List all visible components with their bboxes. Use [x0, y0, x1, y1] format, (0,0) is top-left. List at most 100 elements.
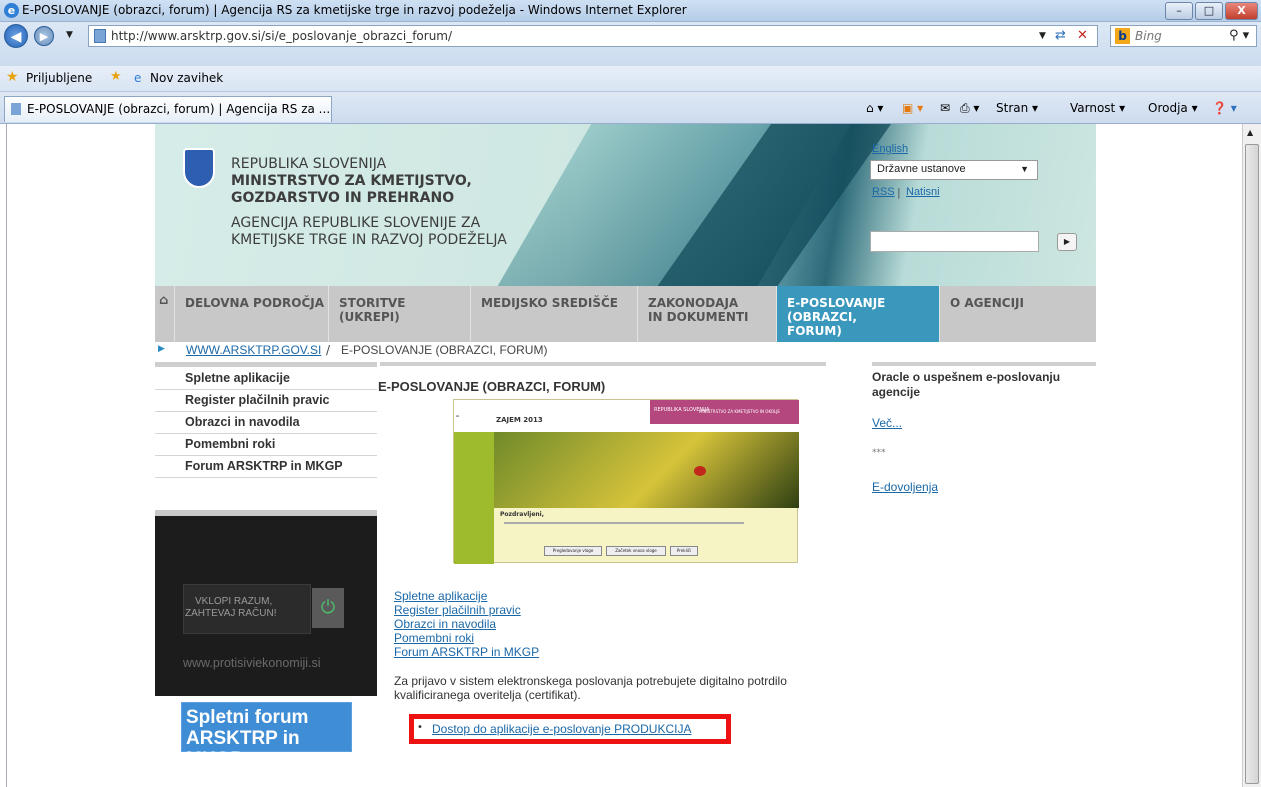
back-icon[interactable]: ◀ [4, 24, 28, 48]
sidebar-item-spletne-aplikacije[interactable]: Spletne aplikacije [155, 368, 377, 390]
nav-medijsko-sredisce[interactable]: MEDIJSKO SREDIŠČE [471, 286, 638, 342]
sidebar-top-rule [155, 362, 377, 367]
promo-line1: VKLOPI RAZUM, [195, 596, 273, 607]
link-obrazci[interactable]: Obrazci in navodila [394, 617, 496, 631]
scroll-up-icon[interactable]: ▲ [1247, 128, 1253, 137]
shot-welcome: Pozdravljeni, [500, 511, 545, 518]
shot-logo: ═ [454, 400, 496, 432]
window-title: E-POSLOVANJE (obrazci, forum) | Agencija… [22, 3, 687, 17]
forum-banner[interactable]: Spletni forum ARSKTRP in MKGP [181, 702, 352, 770]
link-spletne-aplikacije[interactable]: Spletne aplikacije [394, 589, 487, 603]
more-link[interactable]: Več... [872, 416, 902, 430]
institutions-select[interactable]: Državne ustanove ▼ [870, 160, 1038, 180]
forum-banner-line1: Spletni forum [186, 707, 309, 728]
shot-title: ZAJEM 2013 [496, 416, 543, 424]
breadcrumb-current: E-POSLOVANJE (OBRAZCI, FORUM) [341, 343, 548, 357]
search-icon[interactable]: ⚲ ▾ [1229, 28, 1249, 43]
help-icon[interactable]: ❓ ▾ [1212, 101, 1237, 115]
page-icon [94, 29, 106, 43]
address-toolbar: ◀ ▶ ▼ http://www.arsktrp.gov.si/si/e_pos… [0, 22, 1261, 66]
breadcrumb-home[interactable]: WWW.ARSKTRP.GOV.SI [186, 343, 321, 357]
main-nav: ⌂ DELOVNA PODROČJA STORITVE (UKREPI) MED… [155, 286, 1096, 342]
link-forum[interactable]: Forum ARSKTRP in MKGP [394, 645, 539, 659]
maximize-button[interactable]: □ [1195, 2, 1223, 20]
address-field[interactable]: http://www.arsktrp.gov.si/si/e_poslovanj… [88, 25, 1098, 47]
home-icon[interactable]: ⌂ ▾ [866, 101, 883, 115]
ie-page-icon: e [134, 71, 142, 85]
new-tab-link[interactable]: Nov zavihek [150, 71, 223, 85]
close-button[interactable]: X [1225, 2, 1258, 20]
favorites-bar: ★ Priljubljene ★ e Nov zavihek [0, 66, 1261, 92]
address-dropdown-icon[interactable]: ▼ [1039, 31, 1046, 41]
institutions-select-value: Državne ustanove [877, 163, 966, 175]
nav-delovna-podrocja[interactable]: DELOVNA PODROČJA [175, 286, 329, 342]
window-titlebar: e E-POSLOVANJE (obrazci, forum) | Agenci… [0, 0, 1261, 22]
rss-link[interactable]: RSS [872, 186, 895, 198]
history-dropdown-icon[interactable]: ▼ [66, 30, 73, 40]
right-top-rule [872, 362, 1096, 366]
nav-o-agenciji[interactable]: O AGENCIJI [940, 286, 1096, 342]
page-menu[interactable]: Stran ▾ [996, 101, 1038, 115]
e-dovoljenja-link[interactable]: E-dovoljenja [872, 480, 938, 494]
shot-sunflower-image [494, 432, 799, 508]
nav-zakonodaja[interactable]: ZAKONODAJA IN DOKUMENTI [638, 286, 777, 342]
tab-title: E-POSLOVANJE (obrazci, forum) | Agencija… [27, 102, 331, 116]
header-sep: | [897, 186, 901, 199]
main-top-rule [380, 362, 826, 366]
page-title: E-POSLOVANJE (OBRAZCI, FORUM) [378, 379, 606, 394]
tab-page-icon [11, 103, 21, 115]
rss-icon[interactable]: ▣ ▾ [902, 101, 923, 115]
scrollbar[interactable]: ▲ [1242, 124, 1261, 787]
safety-menu[interactable]: Varnost ▾ [1070, 101, 1125, 115]
favorites-star-icon: ★ [6, 69, 19, 85]
header-ministry-1: MINISTRSTVO ZA KMETIJSTVO, [231, 173, 472, 189]
link-pomembni-roki[interactable]: Pomembni roki [394, 631, 474, 645]
header-agency-2: KMETIJSKE TRGE IN RAZVOJ PODEŽELJA [231, 232, 507, 248]
news-title-1: Oracle o uspešnem e-poslovanju [872, 370, 1061, 384]
highlight-box [409, 714, 731, 744]
coat-of-arms-icon [183, 148, 215, 188]
print-icon[interactable]: ⎙ ▾ [960, 101, 979, 116]
header-agency-1: AGENCIJA REPUBLIKE SLOVENIJE ZA [231, 215, 481, 231]
sidebar-item-forum[interactable]: Forum ARSKTRP in MKGP [155, 456, 377, 478]
search-placeholder: Bing [1135, 29, 1162, 43]
stop-icon[interactable]: ✕ [1077, 28, 1088, 43]
add-favorite-icon[interactable]: ★ [110, 69, 122, 84]
browser-tab[interactable]: E-POSLOVANJE (obrazci, forum) | Agencija… [4, 96, 332, 122]
nav-e-poslovanje[interactable]: E-POSLOVANJE (OBRAZCI, FORUM) [777, 286, 940, 342]
favorites-button[interactable]: Priljubljene [26, 71, 92, 85]
mail-icon[interactable]: ✉ [940, 101, 950, 115]
sidebar-item-obrazci[interactable]: Obrazci in navodila [155, 412, 377, 434]
breadcrumb-sep: / [326, 343, 331, 357]
sidebar-item-register[interactable]: Register plačilnih pravic [155, 390, 377, 412]
breadcrumb-arrow-icon: ▶ [158, 344, 165, 354]
news-title-2: agencije [872, 385, 921, 399]
site-search-input[interactable] [870, 231, 1039, 252]
forum-banner-line2: ARSKTRP in MKGP [186, 728, 300, 770]
separator-stars: *** [872, 448, 886, 458]
search-box[interactable]: b Bing ⚲ ▾ [1110, 25, 1257, 47]
link-register[interactable]: Register plačilnih pravic [394, 603, 521, 617]
promo-line2: ZAHTEVAJ RAČUN! [185, 608, 277, 619]
refresh-icon[interactable]: ⇄ [1055, 28, 1066, 43]
info-text-1: Za prijavo v sistem elektronskega poslov… [394, 674, 787, 688]
nav-storitve[interactable]: STORITVE (UKREPI) [329, 286, 471, 342]
sidebar-item-pomembni-roki[interactable]: Pomembni roki [155, 434, 377, 456]
shot-menu [454, 432, 494, 564]
power-icon: ⏻ [312, 588, 344, 628]
promo-url: www.protisiviekonomiji.si [183, 656, 321, 670]
scroll-thumb[interactable] [1245, 144, 1259, 784]
tools-menu[interactable]: Orodja ▾ [1148, 101, 1198, 115]
shot-ministry: MINISTRSTVO ZA KMETIJSTVO IN OKOLJE [699, 409, 780, 414]
minimize-button[interactable]: – [1165, 2, 1193, 20]
home-nav-icon[interactable]: ⌂ [155, 286, 175, 342]
shot-btn-pregled: Pregledovanje vloge [544, 546, 602, 556]
promo-banner[interactable]: VKLOPI RAZUM, ZAHTEVAJ RAČUN! ⏻ www.prot… [155, 510, 377, 696]
forward-icon[interactable]: ▶ [34, 26, 54, 46]
search-go-button[interactable]: ▶ [1057, 233, 1077, 251]
ie-icon: e [4, 3, 19, 18]
shot-btn-zacetek: Začetek vnosa vloge [606, 546, 666, 556]
english-link[interactable]: English [872, 143, 908, 155]
address-text: http://www.arsktrp.gov.si/si/e_poslovanj… [111, 29, 453, 43]
print-link[interactable]: Natisni [906, 186, 940, 198]
